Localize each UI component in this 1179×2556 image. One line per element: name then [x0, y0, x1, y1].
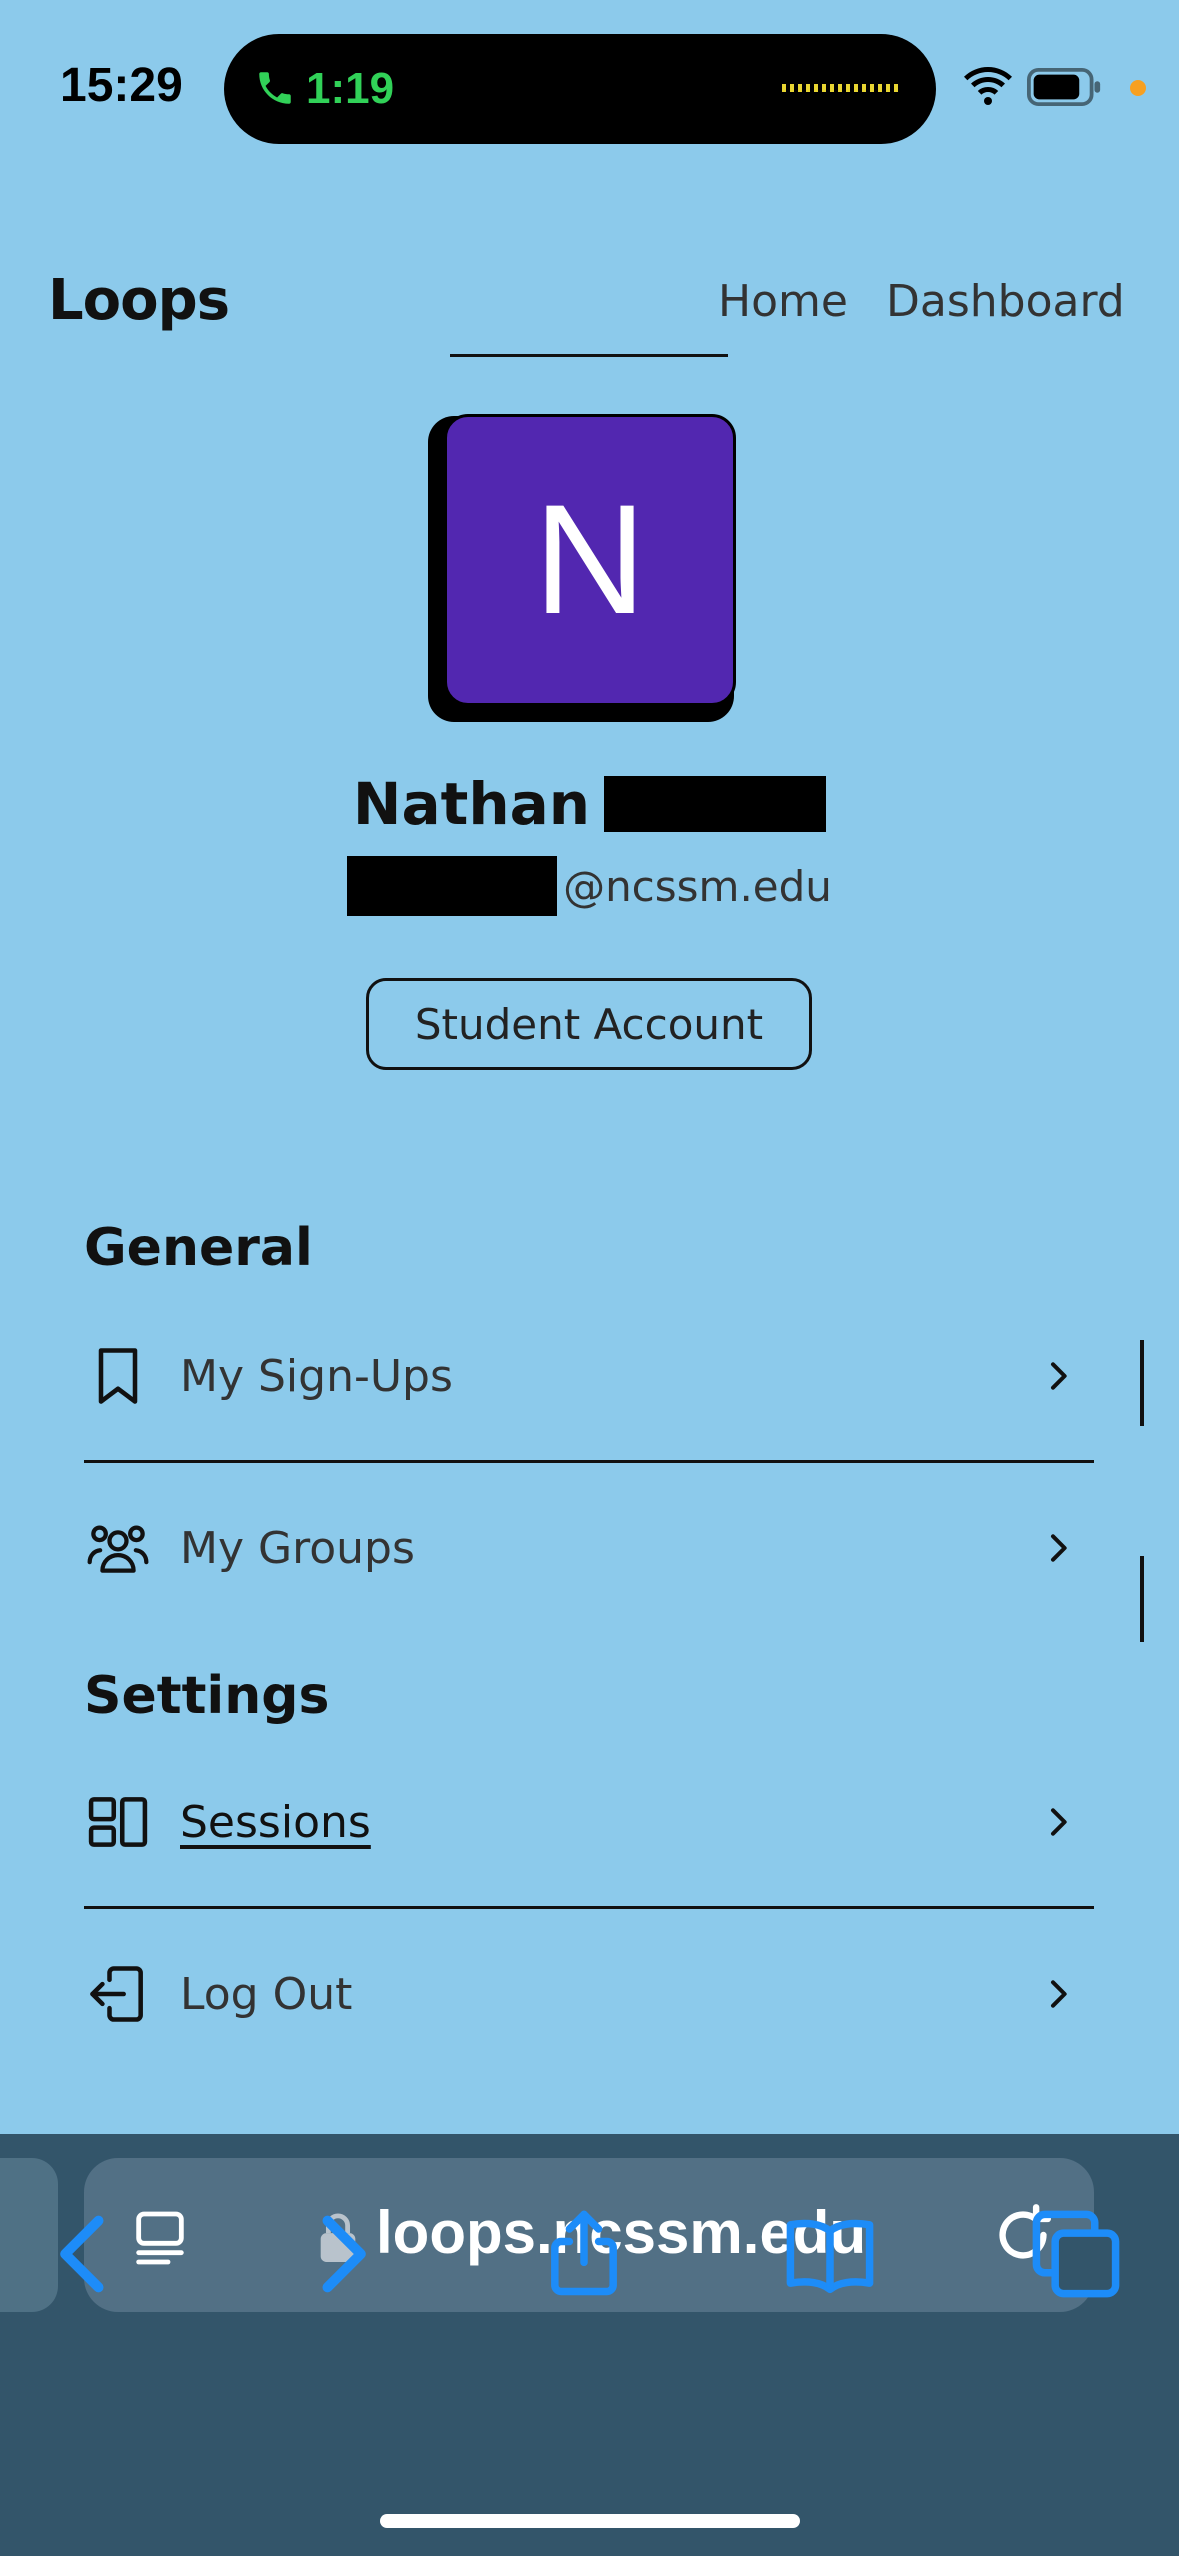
layout-icon: [88, 1797, 148, 1847]
logo[interactable]: Loops: [48, 268, 230, 333]
audio-wave-icon: [782, 84, 898, 92]
book-icon: [786, 2219, 874, 2294]
chevron-right-icon: [1051, 1808, 1067, 1836]
share-button[interactable]: [534, 2204, 634, 2304]
menu-item-label: My Groups: [180, 1522, 415, 1574]
phone-icon: [259, 72, 291, 104]
menu-item-my-sign-ups[interactable]: My Sign-Ups: [84, 1316, 1094, 1436]
users-icon: [87, 1525, 149, 1573]
chevron-right-icon: [1051, 1534, 1067, 1562]
divider: [84, 1906, 1094, 1909]
nav-active-indicator: [450, 354, 728, 357]
chevron-right-icon: [1051, 1980, 1067, 2008]
back-button[interactable]: [36, 2204, 136, 2304]
avatar: N: [444, 414, 736, 706]
chevron-right-icon: [322, 2215, 366, 2293]
bookmarks-button[interactable]: [780, 2204, 880, 2304]
tabs-icon: [1032, 2210, 1120, 2298]
user-email-row: @ncssm.edu: [0, 856, 1179, 916]
menu-item-my-groups[interactable]: My Groups: [84, 1488, 1094, 1608]
account-type-badge: Student Account: [366, 978, 812, 1070]
privacy-indicator: [1130, 80, 1146, 96]
chevron-left-icon: [60, 2215, 104, 2293]
scroll-edge-mark: [1140, 1340, 1144, 1426]
tabs-button[interactable]: [1026, 2204, 1126, 2304]
menu-item-label: My Sign-Ups: [180, 1350, 453, 1402]
battery-icon: [1027, 68, 1101, 106]
forward-button[interactable]: [290, 2204, 390, 2304]
menu-item-sessions[interactable]: Sessions: [84, 1762, 1094, 1882]
page-menu-icon[interactable]: [128, 2206, 192, 2270]
menu-item-label: Log Out: [180, 1968, 353, 2020]
logout-icon: [90, 1966, 143, 2022]
redacted-email-user: [347, 856, 558, 916]
nav-dashboard-link[interactable]: Dashboard: [886, 276, 1125, 327]
section-title-settings: Settings: [84, 1666, 330, 1726]
divider: [84, 1460, 1094, 1463]
chevron-right-icon: [1051, 1362, 1067, 1390]
user-first-name: Nathan: [352, 770, 591, 838]
wifi-icon: [964, 67, 1012, 105]
dynamic-island[interactable]: 1:19: [224, 34, 936, 144]
section-title-general: General: [84, 1218, 313, 1278]
menu-item-label: Sessions: [180, 1796, 371, 1848]
nav-home-link[interactable]: Home: [718, 276, 848, 327]
call-duration: 1:19: [306, 64, 395, 113]
redacted-last-name: [604, 776, 827, 832]
share-icon: [551, 2210, 617, 2296]
menu-item-log-out[interactable]: Log Out: [84, 1934, 1094, 2054]
user-name-row: Nathan: [0, 770, 1179, 838]
browser-bar: loops.ncssm.edu: [0, 2134, 1179, 2556]
scroll-edge-mark: [1140, 1556, 1144, 1642]
email-domain: @ncssm.edu: [563, 861, 832, 911]
status-time: 15:29: [60, 59, 183, 112]
home-indicator[interactable]: [380, 2514, 800, 2528]
bookmark-icon: [98, 1348, 138, 1404]
